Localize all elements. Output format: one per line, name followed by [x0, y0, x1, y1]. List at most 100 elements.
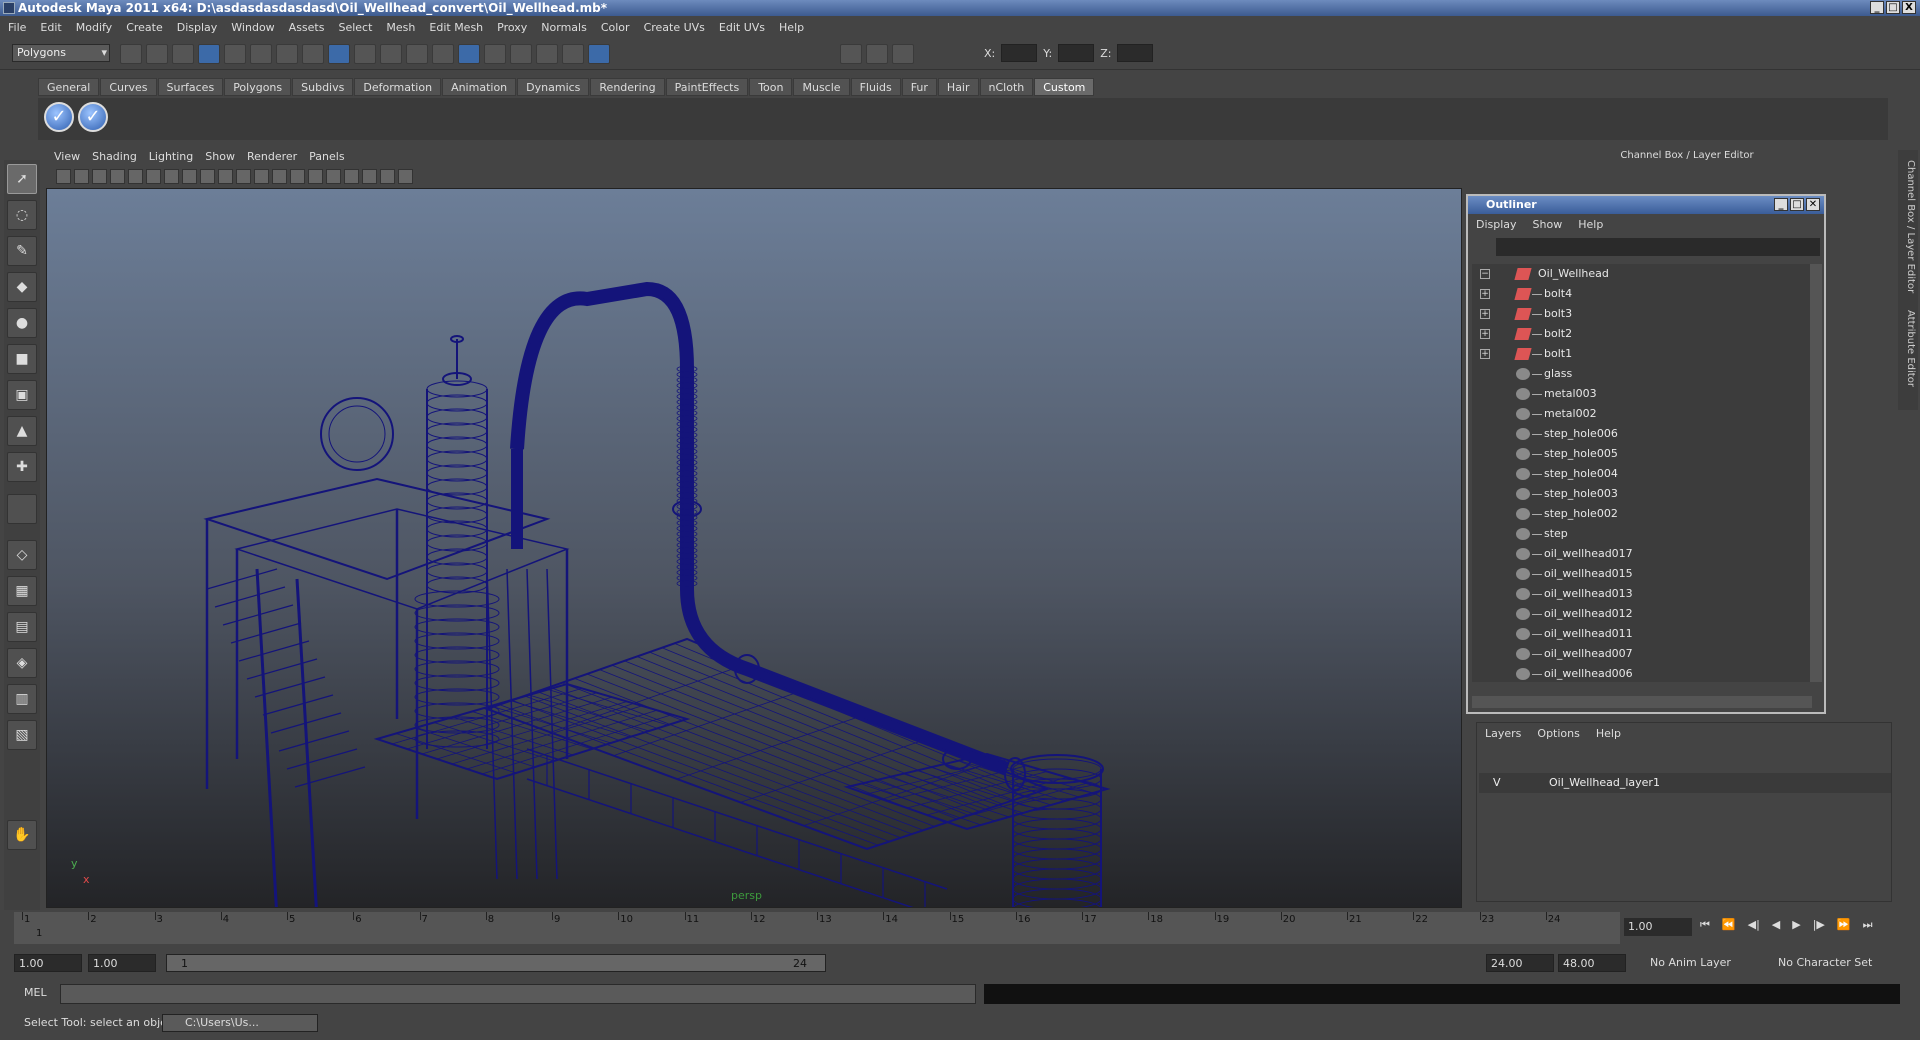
- image-plane-icon[interactable]: [92, 168, 107, 184]
- outliner-menu-display[interactable]: Display: [1476, 218, 1517, 231]
- channel-box-tab[interactable]: Channel Box / Layer Editor: [1900, 160, 1916, 293]
- shelf-tab-subdivs[interactable]: Subdivs: [292, 78, 354, 96]
- x-field[interactable]: [1001, 44, 1038, 62]
- single-pane-layout-icon[interactable]: ◇: [7, 540, 37, 570]
- safe-action-icon[interactable]: [218, 168, 233, 184]
- high-quality-icon[interactable]: [380, 168, 395, 184]
- menu-window[interactable]: Window: [231, 18, 282, 38]
- menu-help[interactable]: Help: [779, 18, 812, 38]
- construction-history-icon[interactable]: [484, 44, 506, 64]
- menu-display[interactable]: Display: [177, 18, 226, 38]
- outliner-close-button[interactable]: ✕: [1806, 198, 1820, 211]
- layer-row[interactable]: V Oil_Wellhead_layer1: [1479, 773, 1891, 793]
- input-ops-icon[interactable]: [432, 44, 454, 64]
- show-hide-channel-box-icon[interactable]: [892, 44, 914, 64]
- shelf-tab-general[interactable]: General: [38, 78, 100, 96]
- shelf-tab-toon[interactable]: Toon: [749, 78, 793, 96]
- smooth-shade-icon[interactable]: [272, 168, 287, 184]
- anim-layer-selector[interactable]: No Anim Layer: [1646, 954, 1756, 972]
- menu-assets[interactable]: Assets: [289, 18, 333, 38]
- menu-edit[interactable]: Edit: [40, 18, 69, 38]
- move-tool-icon[interactable]: ◆: [7, 272, 37, 302]
- wellhead-wireframe-model[interactable]: [47, 189, 1462, 908]
- render-current-icon[interactable]: [510, 44, 532, 64]
- outliner-item-bolt2[interactable]: + bolt2: [1472, 324, 1812, 344]
- menu-select[interactable]: Select: [338, 18, 380, 38]
- wireframe-icon[interactable]: [254, 168, 269, 184]
- outliner-item-oil-wellhead011[interactable]: oil_wellhead011: [1472, 624, 1812, 644]
- shelf-tab-fluids[interactable]: Fluids: [850, 78, 901, 96]
- outliner-item-metal003[interactable]: metal003: [1472, 384, 1812, 404]
- outliner-item-step[interactable]: step: [1472, 524, 1812, 544]
- shelf-tab-curves[interactable]: Curves: [100, 78, 157, 96]
- outliner-horizontal-scrollbar[interactable]: [1472, 696, 1812, 708]
- menu-normals[interactable]: Normals: [541, 18, 595, 38]
- command-language-label[interactable]: MEL: [24, 986, 47, 999]
- select-tool-icon[interactable]: ➚: [7, 164, 37, 194]
- rotate-tool-icon[interactable]: ●: [7, 308, 37, 338]
- ipr-render-icon[interactable]: [536, 44, 558, 64]
- viewport-menu-show[interactable]: Show: [205, 148, 243, 166]
- shelf-check-icon-1[interactable]: ✓: [44, 102, 74, 132]
- step-back-frame-icon[interactable]: ◀|: [1748, 918, 1760, 932]
- shelf-tab-custom[interactable]: Custom: [1034, 78, 1095, 96]
- select-by-component-icon[interactable]: [250, 44, 272, 64]
- safe-title-icon[interactable]: [236, 168, 251, 184]
- play-forwards-icon[interactable]: ▶: [1792, 918, 1800, 932]
- film-gate-icon[interactable]: [146, 168, 161, 184]
- outliner-item-step-hole003[interactable]: step_hole003: [1472, 484, 1812, 504]
- layers-menu-options[interactable]: Options: [1537, 727, 1579, 740]
- outliner-item-oil-wellhead006[interactable]: oil_wellhead006: [1472, 664, 1812, 682]
- menu-create-uvs[interactable]: Create UVs: [644, 18, 713, 38]
- viewport-menu-panels[interactable]: Panels: [309, 148, 352, 166]
- select-by-object-icon[interactable]: [224, 44, 246, 64]
- attribute-editor-tab[interactable]: Attribute Editor: [1900, 310, 1916, 387]
- time-slider[interactable]: 1 2 3 4 5 6 7 8 9 10 11 12 13 14 15 16 17 18 19 20 21 22 23 24 1: [14, 912, 1620, 944]
- close-button[interactable]: X: [1902, 1, 1916, 14]
- go-to-end-icon[interactable]: ⏭: [1863, 918, 1873, 932]
- lasso-tool-icon[interactable]: ◌: [7, 200, 37, 230]
- new-scene-icon[interactable]: [120, 44, 142, 64]
- shelf-tab-deformation[interactable]: Deformation: [354, 78, 442, 96]
- camera-attributes-icon[interactable]: [56, 168, 71, 184]
- outliner-item-bolt3[interactable]: + bolt3: [1472, 304, 1812, 324]
- play-backwards-icon[interactable]: ◀: [1772, 918, 1780, 932]
- snap-to-curve-icon[interactable]: [302, 44, 324, 64]
- outliner-item-metal002[interactable]: metal002: [1472, 404, 1812, 424]
- outliner-item-oil-wellhead007[interactable]: oil_wellhead007: [1472, 644, 1812, 664]
- hypershade-layout-icon[interactable]: ▥: [7, 684, 37, 714]
- paint-select-tool-icon[interactable]: ✎: [7, 236, 37, 266]
- expand-icon[interactable]: +: [1480, 329, 1490, 339]
- maximize-button[interactable]: □: [1886, 1, 1900, 14]
- current-time-field[interactable]: 1.00: [1624, 918, 1692, 936]
- outliner-filter-field[interactable]: [1496, 238, 1820, 256]
- outliner-item-oil-wellhead013[interactable]: oil_wellhead013: [1472, 584, 1812, 604]
- perspective-viewport[interactable]: persp y x: [46, 188, 1462, 908]
- command-input[interactable]: [60, 984, 976, 1004]
- outliner-item-oil-wellhead012[interactable]: oil_wellhead012: [1472, 604, 1812, 624]
- outliner-item-bolt1[interactable]: + bolt1: [1472, 344, 1812, 364]
- shelf-tab-hair[interactable]: Hair: [937, 78, 979, 96]
- soft-mod-tool-icon[interactable]: ▲: [7, 416, 37, 446]
- outliner-item-step-hole004[interactable]: step_hole004: [1472, 464, 1812, 484]
- outliner-item-bolt4[interactable]: + bolt4: [1472, 284, 1812, 304]
- viewport-menu-view[interactable]: View: [54, 148, 88, 166]
- render-settings-icon[interactable]: [562, 44, 584, 64]
- resolution-gate-icon[interactable]: [164, 168, 179, 184]
- shelf-tab-painteffects[interactable]: PaintEffects: [665, 78, 749, 96]
- layers-menu-layers[interactable]: Layers: [1485, 727, 1521, 740]
- menu-modify[interactable]: Modify: [76, 18, 120, 38]
- menu-proxy[interactable]: Proxy: [497, 18, 535, 38]
- start-time-field[interactable]: 1.00: [14, 954, 82, 972]
- shelf-tab-polygons[interactable]: Polygons: [224, 78, 292, 96]
- shelf-tab-rendering[interactable]: Rendering: [590, 78, 665, 96]
- xray-icon[interactable]: [344, 168, 359, 184]
- make-live-icon[interactable]: [380, 44, 402, 64]
- shelf-tab-dynamics[interactable]: Dynamics: [517, 78, 590, 96]
- textured-icon[interactable]: [290, 168, 305, 184]
- two-d-pan-icon[interactable]: [110, 168, 125, 184]
- output-ops-icon[interactable]: [458, 44, 480, 64]
- last-tool-icon[interactable]: ✚: [7, 452, 37, 482]
- lights-default-icon[interactable]: [308, 168, 323, 184]
- outliner-persp-layout-icon[interactable]: ▤: [7, 612, 37, 642]
